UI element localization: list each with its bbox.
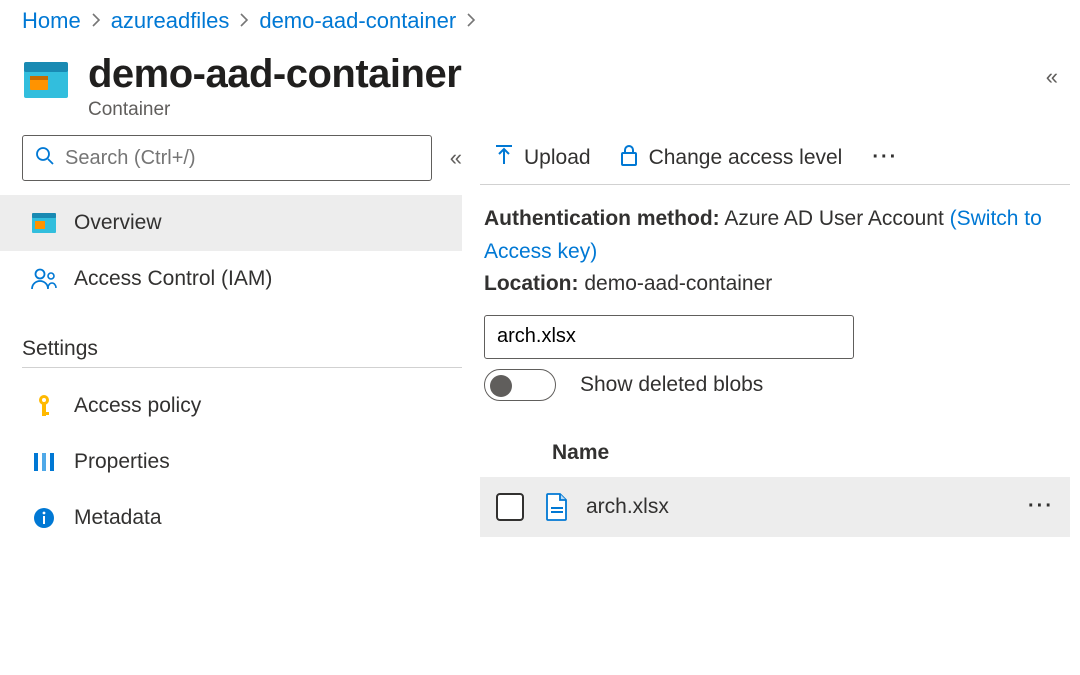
- breadcrumb-container[interactable]: demo-aad-container: [259, 8, 456, 34]
- search-input[interactable]: [65, 147, 419, 170]
- row-more-button[interactable]: ···: [1028, 495, 1054, 518]
- sidebar-item-access-control[interactable]: Access Control (IAM): [22, 251, 462, 307]
- auth-method-label: Authentication method:: [484, 207, 720, 230]
- chevron-right-icon: [91, 8, 101, 34]
- collapse-sidebar-button[interactable]: «: [450, 145, 462, 171]
- breadcrumb-storage[interactable]: azureadfiles: [111, 8, 230, 34]
- collapse-panel-button[interactable]: «: [1046, 64, 1058, 90]
- sidebar-item-label: Metadata: [74, 506, 162, 530]
- search-icon: [35, 146, 55, 171]
- row-checkbox[interactable]: [496, 493, 524, 521]
- toggle-knob: [490, 375, 512, 397]
- blob-filter-input[interactable]: [484, 315, 854, 359]
- sidebar-item-label: Access Control (IAM): [74, 267, 272, 291]
- upload-button[interactable]: Upload: [494, 144, 591, 172]
- file-name: arch.xlsx: [586, 495, 669, 519]
- upload-label: Upload: [524, 146, 591, 170]
- breadcrumb: Home azureadfiles demo-aad-container: [0, 0, 1080, 38]
- location-value: demo-aad-container: [584, 272, 772, 295]
- properties-icon: [30, 451, 58, 473]
- chevron-right-icon: [466, 8, 476, 34]
- container-icon: [22, 60, 70, 100]
- upload-icon: [494, 144, 514, 172]
- chevron-right-icon: [239, 8, 249, 34]
- show-deleted-toggle[interactable]: [484, 369, 556, 401]
- key-icon: [30, 394, 58, 418]
- command-bar: Upload Change access level ···: [480, 131, 1070, 185]
- resource-type: Container: [88, 99, 461, 121]
- sidebar-item-properties[interactable]: Properties: [22, 434, 462, 490]
- sidebar-item-label: Properties: [74, 450, 170, 474]
- divider: [22, 367, 462, 368]
- auth-method-value: Azure AD User Account: [724, 207, 943, 230]
- column-name[interactable]: Name: [552, 441, 609, 465]
- table-row[interactable]: arch.xlsx ···: [480, 477, 1070, 537]
- page-title: demo-aad-container: [88, 52, 461, 97]
- location-label: Location:: [484, 272, 579, 295]
- table-header: Name: [480, 429, 1070, 477]
- page-header: demo-aad-container Container «: [0, 38, 1080, 131]
- info-icon: [30, 507, 58, 529]
- sidebar-item-access-policy[interactable]: Access policy: [22, 378, 462, 434]
- file-icon: [546, 493, 568, 521]
- sidebar-item-label: Overview: [74, 211, 162, 235]
- lock-icon: [619, 143, 639, 173]
- change-access-label: Change access level: [649, 146, 843, 170]
- change-access-level-button[interactable]: Change access level: [619, 143, 843, 173]
- container-icon: [30, 213, 58, 233]
- show-deleted-label: Show deleted blobs: [580, 373, 763, 397]
- sidebar-item-metadata[interactable]: Metadata: [22, 490, 462, 546]
- sidebar-search[interactable]: [22, 135, 432, 181]
- sidebar-item-label: Access policy: [74, 394, 201, 418]
- sidebar-item-overview[interactable]: Overview: [0, 195, 462, 251]
- auth-info: Authentication method: Azure AD User Acc…: [480, 203, 1070, 301]
- settings-section-label: Settings: [22, 337, 462, 361]
- people-icon: [30, 268, 58, 290]
- breadcrumb-home[interactable]: Home: [22, 8, 81, 34]
- more-commands-button[interactable]: ···: [872, 146, 898, 169]
